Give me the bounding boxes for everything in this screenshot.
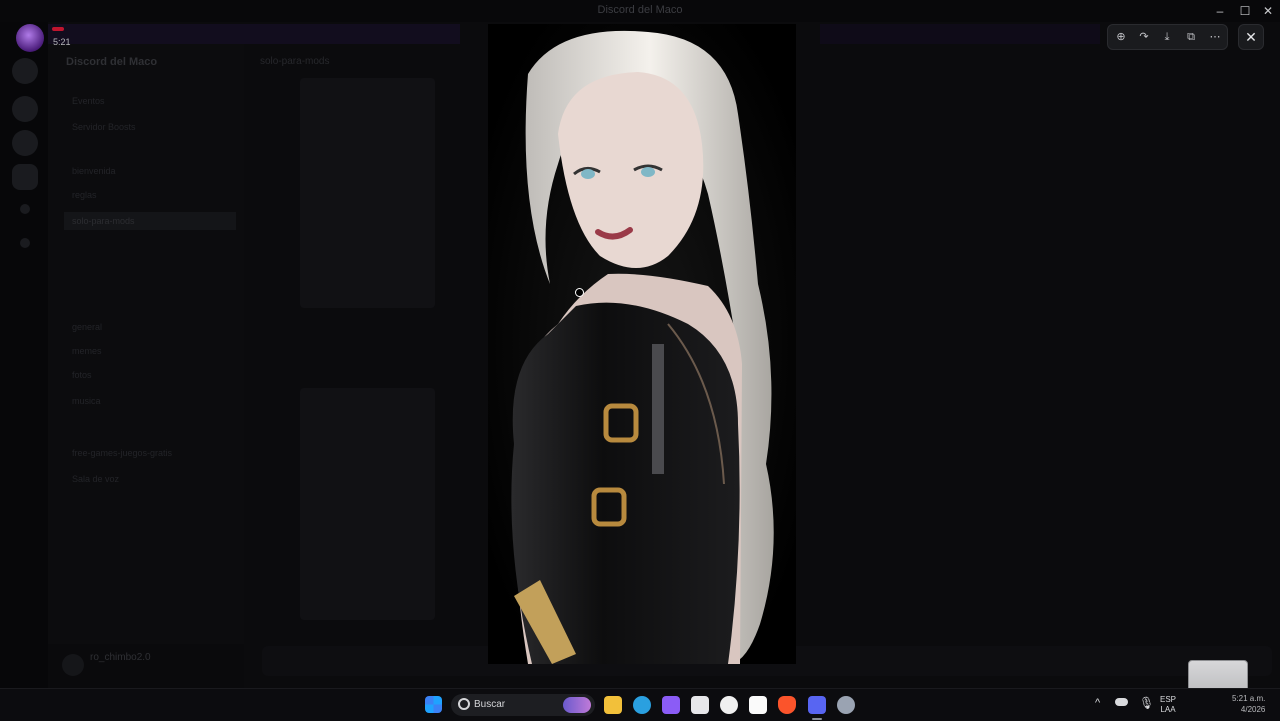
close-viewer-button[interactable]: ✕ bbox=[1238, 24, 1264, 50]
minimize-button[interactable]: – bbox=[1212, 3, 1228, 19]
download-apps-icon[interactable] bbox=[20, 238, 30, 248]
user-panel: ro_chimbo2.0 bbox=[48, 644, 244, 688]
channel-item[interactable]: Eventos bbox=[72, 96, 105, 106]
language-code: ESP bbox=[1159, 695, 1176, 704]
server-icon[interactable] bbox=[12, 96, 38, 122]
channel-item[interactable]: memes bbox=[72, 346, 102, 356]
channel-item[interactable]: Servidor Boosts bbox=[72, 122, 136, 132]
system-clock[interactable]: 5:21 a.m. 4/2026 bbox=[1232, 693, 1265, 715]
channel-item[interactable]: fotos bbox=[72, 370, 92, 380]
window-close-button[interactable]: ✕ bbox=[1260, 3, 1276, 19]
capcut-icon[interactable] bbox=[749, 696, 767, 714]
channel-item[interactable]: general bbox=[72, 322, 102, 332]
maximize-button[interactable]: ☐ bbox=[1237, 3, 1253, 19]
brave-icon[interactable] bbox=[778, 696, 796, 714]
search-highlight-icon bbox=[563, 697, 591, 713]
server-icon[interactable] bbox=[12, 130, 38, 156]
channel-item[interactable]: musica bbox=[72, 396, 101, 406]
server-name[interactable]: Discord del Maco bbox=[66, 56, 157, 68]
mouse-cursor bbox=[575, 288, 584, 297]
viewer-image[interactable] bbox=[488, 24, 796, 664]
github-icon[interactable] bbox=[720, 696, 738, 714]
viewer-toolbar: ⊕ ↷ ⤓ ⧉ ⋯ bbox=[1107, 24, 1228, 50]
message-attachment[interactable] bbox=[300, 388, 435, 620]
open-external-icon[interactable]: ⧉ bbox=[1182, 28, 1200, 46]
keyboard-layout: LAA bbox=[1160, 705, 1176, 714]
more-icon[interactable]: ⋯ bbox=[1206, 28, 1224, 46]
notification-avatar[interactable] bbox=[16, 24, 44, 52]
zoom-icon[interactable]: ⊕ bbox=[1112, 28, 1130, 46]
message-attachment[interactable] bbox=[300, 78, 435, 308]
username: ro_chimbo2.0 bbox=[90, 652, 151, 663]
notice-banner bbox=[48, 24, 460, 44]
input-language[interactable]: ESP LAA bbox=[1158, 695, 1178, 715]
file-explorer-icon[interactable] bbox=[604, 696, 622, 714]
channel-item[interactable]: Sala de voz bbox=[72, 474, 119, 484]
start-button[interactable] bbox=[425, 696, 442, 713]
discord-icon[interactable] bbox=[808, 696, 826, 714]
channel-header: solo-para-mods bbox=[260, 56, 330, 67]
copilot-icon[interactable] bbox=[662, 696, 680, 714]
clock-date: 4/2026 bbox=[1240, 705, 1266, 714]
server-icon[interactable] bbox=[12, 164, 38, 190]
settings-icon[interactable] bbox=[837, 696, 855, 714]
channel-item-active[interactable]: solo-para-mods bbox=[64, 212, 236, 230]
clock-time: 5:21 a.m. bbox=[1232, 694, 1266, 703]
channel-item[interactable]: reglas bbox=[72, 190, 97, 200]
notice-banner-right bbox=[820, 24, 1100, 44]
store-icon[interactable] bbox=[691, 696, 709, 714]
taskbar: Buscar ^ 🎙 ESP LAA 5:21 a.m. 4/2026 bbox=[0, 688, 1280, 721]
microphone-icon[interactable]: 🎙 bbox=[1139, 696, 1154, 710]
avatar[interactable] bbox=[62, 654, 84, 676]
notification-time: 5:21 bbox=[53, 37, 71, 47]
forward-icon[interactable]: ↷ bbox=[1135, 28, 1153, 46]
channel-item[interactable]: bienvenida bbox=[72, 166, 116, 176]
chevron-up-icon[interactable]: ^ bbox=[1095, 697, 1100, 709]
server-icon[interactable] bbox=[12, 58, 38, 84]
notification-badge bbox=[52, 27, 64, 31]
search-label: Buscar bbox=[474, 699, 506, 710]
window-title: Discord del Maco bbox=[597, 4, 683, 16]
explore-icon[interactable] bbox=[20, 204, 30, 214]
cloud-icon[interactable] bbox=[1115, 698, 1128, 706]
taskbar-search[interactable]: Buscar bbox=[451, 694, 595, 716]
channel-item[interactable]: free-games-juegos-gratis bbox=[72, 448, 172, 458]
search-icon bbox=[458, 698, 470, 710]
edge-icon[interactable] bbox=[633, 696, 651, 714]
channel-sidebar: Discord del Maco Eventos Servidor Boosts… bbox=[48, 44, 244, 644]
server-list bbox=[0, 22, 48, 688]
download-icon[interactable]: ⤓ bbox=[1158, 28, 1176, 46]
window-titlebar: Discord del Maco – ☐ ✕ bbox=[0, 0, 1280, 22]
